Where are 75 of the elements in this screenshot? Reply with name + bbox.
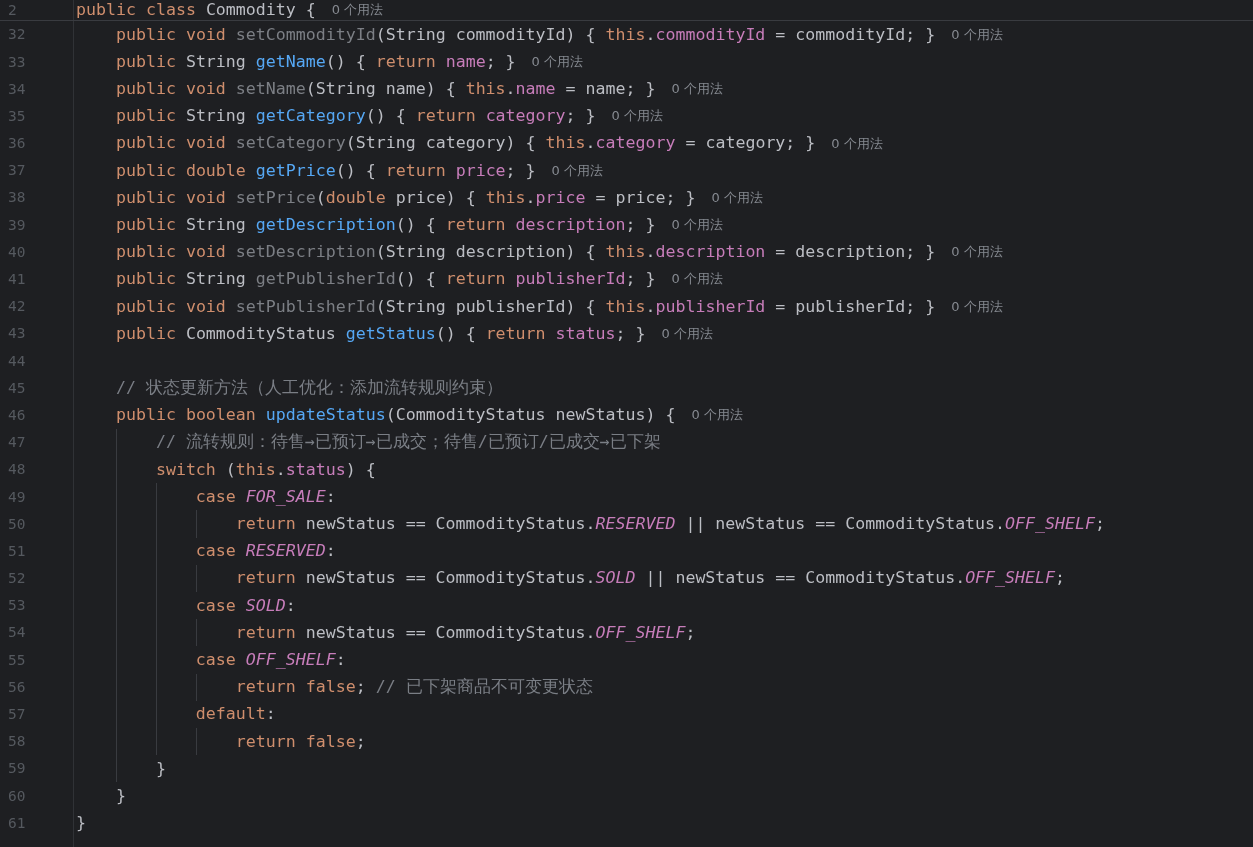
usage-hint[interactable]: 0 个用法	[531, 54, 583, 70]
code-line: public void setName(String name) { this.name = name; }	[115, 79, 656, 99]
code-line: public class Commodity {	[76, 0, 316, 20]
code-line: // 状态更新方法（人工优化：添加流转规则约束）	[115, 378, 503, 398]
line-number: 49	[8, 489, 26, 505]
usage-hint[interactable]: 0 个用法	[671, 217, 723, 233]
code-line: case FOR_SALE:	[195, 486, 336, 507]
line-number: 38	[8, 190, 26, 205]
code-line: return newStatus == CommodityStatus.RESERVED || newStatus == CommodityStatus.OFF_SHELF;	[235, 514, 1105, 534]
line-number: 50	[8, 516, 26, 532]
code-line: public void setPublisherId(String publisherId) { this.publisherId = publisherId; }	[115, 296, 936, 317]
code-line: public void setCommodityId(String commodityId) { this.commodityId = commodityId; }	[115, 24, 936, 45]
code-line: public String getPublisherId() { return publisherId; }	[115, 269, 656, 290]
line-number: 51	[8, 543, 26, 559]
line-number: 52	[8, 571, 26, 586]
code-line: public void setPrice(double price) { this.price = price; }	[115, 187, 696, 208]
line-number: 39	[8, 217, 26, 233]
usage-hint[interactable]: 0 个用法	[661, 325, 713, 342]
usage-hint[interactable]: 0 个用法	[831, 135, 883, 152]
code-line: case SOLD:	[195, 595, 296, 616]
code-line: public CommodityStatus getStatus() { return status; }	[115, 323, 646, 344]
usage-hint[interactable]: 0 个用法	[951, 244, 1003, 260]
code-line: case OFF_SHELF:	[195, 649, 346, 670]
usage-hint[interactable]: 0 个用法	[671, 81, 723, 97]
line-number: 36	[8, 136, 26, 151]
line-number: 37	[8, 163, 26, 178]
code-line: public boolean updateStatus(CommodityStatus newStatus) {	[115, 405, 676, 426]
code-line: // 流转规则：待售→已预订→已成交；待售/已预订/已成交→已下架	[155, 432, 661, 453]
code-line: switch (this.status) {	[155, 459, 376, 480]
code-line: }	[115, 785, 126, 806]
usage-hint[interactable]: 0 个用法	[551, 162, 603, 179]
usage-hint[interactable]: 0 个用法	[951, 26, 1003, 43]
line-number: 47	[8, 435, 26, 450]
usage-hint[interactable]: 0 个用法	[711, 189, 763, 206]
usage-hint[interactable]: 0 个用法	[951, 298, 1003, 315]
line-number: 56	[8, 679, 26, 695]
line-number: 53	[8, 598, 26, 613]
code-line: case RESERVED:	[195, 541, 336, 562]
code-line: return newStatus == CommodityStatus.SOLD || newStatus == CommodityStatus.OFF_SHELF;	[235, 568, 1066, 589]
line-number: 55	[8, 652, 26, 668]
line-number: 59	[8, 761, 26, 776]
code-line: default:	[195, 704, 276, 725]
line-number: 58	[8, 734, 26, 749]
line-number: 44	[8, 353, 26, 369]
line-number: 61	[8, 815, 26, 831]
code-line: public String getDescription() { return description; }	[115, 214, 656, 235]
usage-hint[interactable]: 0 个用法	[331, 2, 384, 18]
code-line: public void setDescription(String description) { this.description = description; }	[115, 242, 936, 263]
line-number: 57	[8, 707, 26, 722]
code-line: }	[76, 813, 86, 833]
code-line: public String getName() { return name; }	[115, 51, 516, 72]
line-number: 54	[8, 625, 26, 640]
line-number: 2	[8, 2, 17, 18]
code-line: }	[155, 758, 166, 779]
line-number: 43	[8, 326, 26, 341]
code-line: return false;	[235, 731, 366, 752]
line-number: 40	[8, 244, 26, 260]
line-number: 45	[8, 380, 26, 396]
code-line: public double getPrice() { return price; }	[115, 160, 536, 181]
usage-hint[interactable]: 0 个用法	[671, 271, 723, 288]
usage-hint[interactable]: 0 个用法	[691, 407, 743, 423]
usage-hint[interactable]: 0 个用法	[611, 108, 663, 124]
code-line: public void setCategory(String category) { this.category = category; }	[115, 133, 816, 154]
line-number: 60	[8, 788, 26, 804]
code-line: return newStatus == CommodityStatus.OFF_SHELF;	[235, 622, 696, 643]
line-number: 46	[8, 407, 26, 423]
line-number: 41	[8, 272, 26, 287]
line-number: 35	[8, 108, 26, 124]
code-line: return false; // 已下架商品不可变更状态	[235, 677, 593, 698]
line-number: 33	[8, 54, 26, 70]
line-number: 42	[8, 299, 26, 314]
code-line: public String getCategory() { return category; }	[115, 106, 596, 127]
line-number: 34	[8, 81, 26, 97]
line-number: 32	[8, 27, 26, 42]
line-number: 48	[8, 462, 26, 477]
